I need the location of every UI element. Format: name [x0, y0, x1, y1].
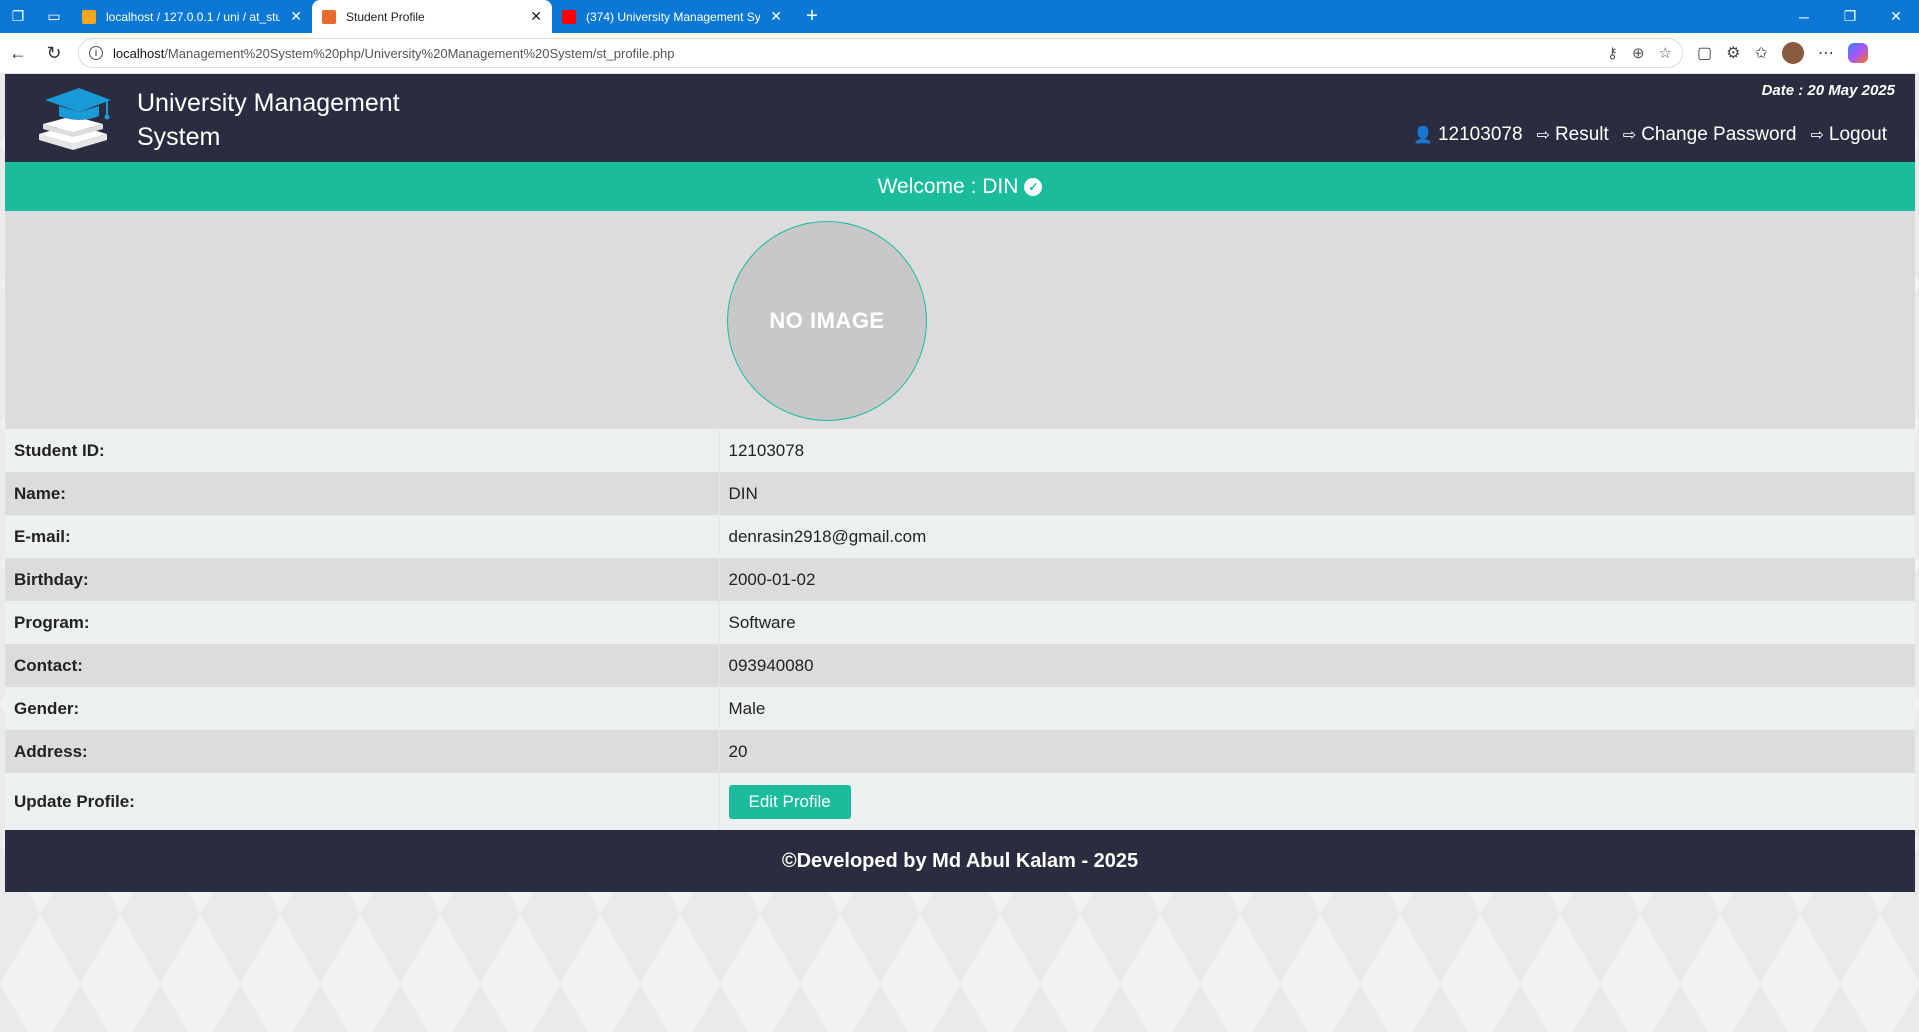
tab-title: localhost / 127.0.0.1 / uni / at_stu: [106, 9, 281, 24]
table-row: Program: Software: [5, 601, 1915, 644]
nav-user[interactable]: 👤 12103078: [1413, 124, 1522, 146]
page-viewport: University Management System Date : 20 M…: [0, 74, 1919, 1032]
profile-photo: NO IMAGE: [727, 221, 927, 421]
url-host: localhost: [113, 45, 165, 61]
browser-tab-student-profile[interactable]: Student Profile ✕: [312, 0, 552, 33]
nav-result[interactable]: ⇨ Result: [1537, 124, 1609, 146]
sign-out-icon: ⇨: [1810, 127, 1824, 144]
row-value: 093940080: [719, 644, 1915, 687]
row-value: Software: [719, 601, 1915, 644]
table-row: Address: 20: [5, 730, 1915, 773]
edit-profile-button[interactable]: Edit Profile: [728, 784, 851, 819]
profile-table: Student ID: 12103078 Name: DIN E-mail: d…: [5, 429, 1915, 830]
row-label: Birthday:: [5, 558, 720, 601]
profile-photo-row: NO IMAGE: [5, 211, 1915, 429]
browser-tab-strip: ❐ ▭ localhost / 127.0.0.1 / uni / at_stu…: [0, 0, 1919, 33]
youtube-favicon-icon: [562, 9, 576, 24]
phpmyadmin-favicon-icon: [82, 9, 96, 24]
more-options-icon[interactable]: ⋯: [1818, 43, 1834, 63]
nav-change-password-label: Change Password: [1641, 124, 1797, 145]
row-value: 12103078: [719, 429, 1915, 472]
page-container: University Management System Date : 20 M…: [5, 74, 1915, 892]
photo-placeholder-text: NO IMAGE: [769, 308, 885, 333]
tab-title: Student Profile: [346, 9, 425, 24]
table-row: Contact: 093940080: [5, 644, 1915, 687]
nav-user-label: 12103078: [1437, 124, 1523, 145]
table-row: Gender: Male: [5, 687, 1915, 730]
url-path: /Management%20System%20php/University%20…: [164, 45, 675, 61]
row-value: 20: [719, 730, 1915, 773]
table-row: Name: DIN: [5, 472, 1915, 515]
split-screen-icon[interactable]: ▢: [1697, 43, 1712, 63]
nav-logout[interactable]: ⇨ Logout: [1810, 124, 1887, 146]
site-header: University Management System Date : 20 M…: [5, 74, 1915, 162]
profile-avatar[interactable]: [1781, 42, 1804, 64]
row-value: 2000-01-02: [719, 558, 1915, 601]
zoom-icon[interactable]: ⊕: [1632, 44, 1645, 62]
nav-result-label: Result: [1554, 124, 1609, 145]
footer-text: ©Developed by Md Abul Kalam - 2025: [781, 849, 1139, 872]
header-nav: 👤 12103078 ⇨ Result ⇨ Change Password ⇨ …: [1413, 124, 1887, 146]
browser-tab-youtube[interactable]: (374) University Management Sys ✕: [552, 0, 792, 33]
row-label: E-mail:: [5, 515, 720, 558]
check-circle-icon: ✓: [1024, 177, 1043, 196]
row-label: Program:: [5, 601, 720, 644]
nav-logout-label: Logout: [1828, 124, 1887, 145]
table-row: Student ID: 12103078: [5, 429, 1915, 472]
row-value: denrasin2918@gmail.com: [719, 515, 1915, 558]
favorites-icon[interactable]: ✩: [1754, 43, 1767, 63]
sign-out-icon: ⇨: [1622, 127, 1637, 144]
row-label: Address:: [5, 730, 720, 773]
window-controls: ─ ❐ ✕: [1781, 0, 1919, 33]
site-title: University Management System: [137, 89, 400, 151]
workspaces-icon[interactable]: ❐: [0, 0, 36, 33]
site-info-icon[interactable]: i: [89, 46, 103, 60]
favorite-star-icon[interactable]: ☆: [1659, 44, 1672, 62]
update-profile-row: Update Profile: Edit Profile: [5, 773, 1915, 830]
row-label: Student ID:: [5, 429, 720, 472]
password-key-icon[interactable]: ⚷: [1607, 44, 1618, 62]
browser-toolbar: ← ↻ i localhost/Management%20System%20ph…: [0, 33, 1919, 74]
graduation-books-logo-icon: [39, 88, 111, 150]
row-label: Name:: [5, 472, 720, 515]
row-value: Male: [719, 687, 1915, 730]
close-icon[interactable]: ✕: [290, 8, 302, 25]
current-date: Date : 20 May 2025: [1761, 82, 1895, 99]
welcome-text: Welcome : DIN: [877, 174, 1019, 198]
browser-tab-phpmyadmin[interactable]: localhost / 127.0.0.1 / uni / at_stu ✕: [72, 0, 312, 33]
row-label: Update Profile:: [5, 773, 720, 830]
new-tab-icon[interactable]: +: [796, 5, 828, 28]
extensions-icon[interactable]: ⚙: [1726, 43, 1740, 63]
close-icon[interactable]: ✕: [770, 8, 782, 25]
site-footer: ©Developed by Md Abul Kalam - 2025: [5, 830, 1915, 892]
row-label: Contact:: [5, 644, 720, 687]
tab-title: (374) University Management Sys: [586, 9, 761, 24]
table-row: Birthday: 2000-01-02: [5, 558, 1915, 601]
minimize-icon[interactable]: ─: [1781, 0, 1827, 33]
nav-change-password[interactable]: ⇨ Change Password: [1623, 124, 1797, 146]
restore-icon[interactable]: ❐: [1827, 0, 1873, 33]
back-icon[interactable]: ←: [0, 35, 36, 71]
address-bar[interactable]: i localhost/Management%20System%20php/Un…: [78, 38, 1683, 68]
close-window-icon[interactable]: ✕: [1873, 0, 1919, 33]
sign-out-icon: ⇨: [1536, 127, 1550, 144]
xampp-favicon-icon: [322, 9, 336, 24]
copilot-icon[interactable]: [1847, 43, 1868, 63]
welcome-banner: Welcome : DIN ✓: [5, 162, 1915, 211]
refresh-icon[interactable]: ↻: [36, 35, 72, 71]
row-label: Gender:: [5, 687, 720, 730]
row-value: Edit Profile: [719, 773, 1915, 830]
row-value: DIN: [719, 472, 1915, 515]
table-row: E-mail: denrasin2918@gmail.com: [5, 515, 1915, 558]
user-icon: 👤: [1413, 127, 1433, 144]
close-icon[interactable]: ✕: [530, 8, 542, 25]
tab-actions-icon[interactable]: ▭: [36, 0, 72, 33]
